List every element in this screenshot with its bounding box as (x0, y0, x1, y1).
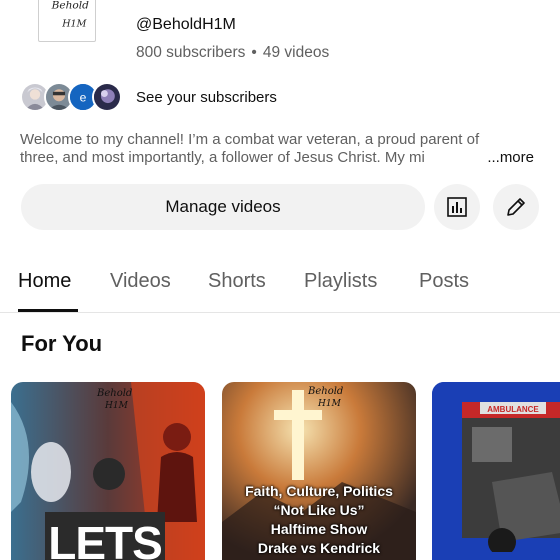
tab-shorts[interactable]: Shorts (208, 270, 266, 293)
tab-posts[interactable]: Posts (419, 270, 469, 293)
more-link[interactable]: ...more (461, 149, 534, 167)
tab-videos[interactable]: Videos (110, 270, 171, 293)
description-line-2: three, and most importantly, a follower … (20, 149, 425, 166)
analytics-button[interactable] (434, 184, 480, 230)
see-subscribers-row[interactable]: e See your subscribers (20, 82, 277, 112)
thumb-logo-1: Behold (96, 388, 132, 399)
thumb-logo-2: Behold (307, 386, 343, 397)
analytics-icon (447, 197, 467, 217)
thumbnail-line-1: Faith, Culture, Politics (245, 483, 393, 499)
stats-separator: • (251, 44, 257, 61)
thumb-logo-2b: H1M (317, 399, 342, 409)
section-title: For You (21, 331, 103, 356)
subscriber-avatar-4 (92, 82, 122, 112)
logo-text-bottom: H1M (61, 19, 86, 30)
ambulance-sign: AMBULANCE (487, 405, 539, 414)
channel-tabs: Home Videos Shorts Playlists Posts (0, 258, 560, 313)
description-line-1: Welcome to my channel! I’m a combat war … (20, 131, 480, 148)
thumbnail-line-4: Drake vs Kendrick (257, 540, 381, 556)
tab-playlists[interactable]: Playlists (304, 270, 377, 293)
manage-videos-button[interactable]: Manage videos (21, 184, 425, 230)
thumbnail-art-3: AMBULANCE (432, 382, 560, 560)
pencil-icon (507, 198, 525, 216)
video-thumbnail-1[interactable]: Behold H1M LETS (11, 382, 205, 560)
thumb-logo-1b: H1M (104, 401, 129, 411)
thumbnail-overlay-text: LETS (45, 512, 165, 560)
video-thumbnail-3[interactable]: AMBULANCE (432, 382, 560, 560)
thumbnail-line-3: Halftime Show (270, 521, 368, 537)
see-subscribers-link[interactable]: See your subscribers (136, 89, 277, 106)
logo-text-top: Behold (51, 0, 90, 11)
video-thumbnail-2[interactable]: Behold H1M Faith, Culture, Politics “Not… (222, 382, 416, 560)
channel-stats: 800 subscribers • 49 videos (136, 44, 329, 62)
subscriber-avatars: e (20, 82, 128, 112)
thumbnail-line-2: “Not Like Us” (273, 502, 365, 518)
channel-logo: Behold H1M (38, 0, 96, 42)
svg-text:e: e (80, 90, 87, 104)
channel-handle: @BeholdH1M (136, 16, 236, 33)
tab-home[interactable]: Home (18, 270, 71, 293)
video-count: 49 videos (262, 44, 330, 61)
channel-description[interactable]: Welcome to my channel! I’m a combat war … (20, 131, 540, 167)
active-tab-indicator (18, 309, 78, 312)
description-line-2-wrap: three, and most importantly, a follower … (20, 149, 540, 167)
edit-channel-button[interactable] (493, 184, 539, 230)
subscriber-count: 800 subscribers (136, 44, 246, 61)
